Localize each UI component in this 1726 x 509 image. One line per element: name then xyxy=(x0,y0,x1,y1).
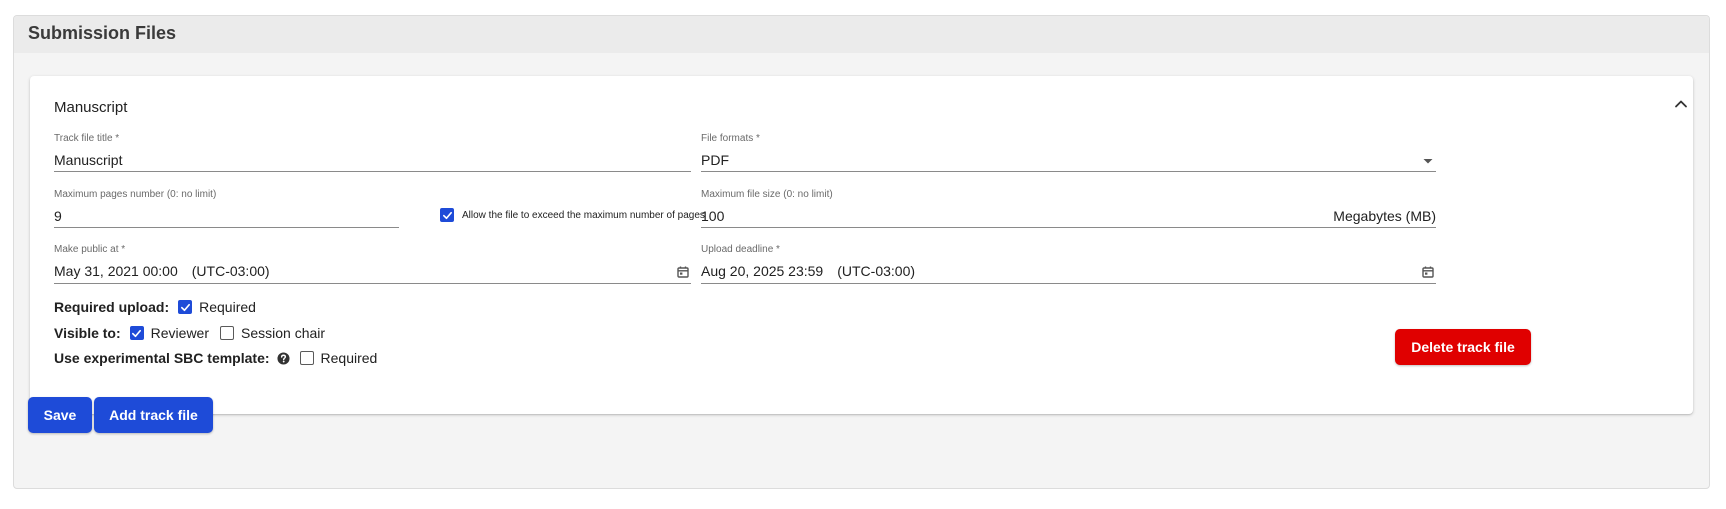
session-chair-label: Session chair xyxy=(241,325,326,341)
reviewer-checkbox[interactable] xyxy=(129,326,144,340)
check-icon xyxy=(132,329,142,337)
make-public-date: May 31, 2021 00:00 xyxy=(54,263,178,279)
visible-to-row: Visible to: Reviewer Session chair xyxy=(54,323,336,343)
required-upload-option-label: Required xyxy=(199,299,256,315)
experimental-template-option[interactable]: Required xyxy=(299,350,378,366)
visible-to-session-chair-option[interactable]: Session chair xyxy=(220,325,325,341)
visible-to-label: Visible to: xyxy=(54,325,121,341)
caret-down-icon[interactable] xyxy=(1421,154,1435,168)
file-size-unit: Megabytes (MB) xyxy=(1333,208,1436,224)
panel-title: Submission Files xyxy=(28,23,177,43)
panel-header: Submission Files xyxy=(14,16,1709,53)
required-upload-option[interactable]: Required xyxy=(178,299,256,315)
file-formats-value[interactable]: PDF xyxy=(701,152,729,168)
required-upload-checkbox[interactable] xyxy=(178,300,193,314)
allow-exceed-option[interactable]: Allow the file to exceed the maximum num… xyxy=(440,208,705,222)
max-file-size-field[interactable]: Maximum file size (0: no limit) 100 Mega… xyxy=(701,189,1436,228)
visible-to-reviewer-option[interactable]: Reviewer xyxy=(129,325,210,341)
make-public-label: Make public at * xyxy=(54,244,126,255)
make-public-value[interactable]: May 31, 2021 00:00 (UTC-03:00) xyxy=(54,263,270,279)
question-circle-icon[interactable] xyxy=(276,351,290,365)
make-public-field[interactable]: Make public at * May 31, 2021 00:00 (UTC-… xyxy=(54,244,691,284)
max-pages-field[interactable]: Maximum pages number (0: no limit) 9 xyxy=(54,189,399,228)
required-upload-row: Required upload: Required xyxy=(54,297,267,317)
max-pages-label: Maximum pages number (0: no limit) xyxy=(54,189,217,200)
save-button[interactable]: Save xyxy=(28,397,92,433)
max-pages-value[interactable]: 9 xyxy=(54,208,62,224)
required-upload-label: Required upload: xyxy=(54,299,170,315)
experimental-template-row: Use experimental SBC template: Required xyxy=(54,348,388,368)
track-file-title-field[interactable]: Track file title * Manuscript xyxy=(54,133,691,172)
upload-deadline-label: Upload deadline * xyxy=(701,244,780,255)
upload-deadline-value[interactable]: Aug 20, 2025 23:59 (UTC-03:00) xyxy=(701,263,915,279)
calendar-icon[interactable] xyxy=(1421,265,1435,279)
collapse-button[interactable] xyxy=(1670,93,1692,115)
calendar-icon[interactable] xyxy=(676,265,690,279)
experimental-template-checkbox[interactable] xyxy=(299,351,314,365)
track-file-title-value[interactable]: Manuscript xyxy=(54,152,122,168)
upload-deadline-field[interactable]: Upload deadline * Aug 20, 2025 23:59 (UTC… xyxy=(701,244,1436,284)
delete-track-file-button[interactable]: Delete track file xyxy=(1395,329,1531,365)
check-icon xyxy=(180,303,190,311)
allow-exceed-checkbox[interactable] xyxy=(440,208,454,222)
session-chair-checkbox[interactable] xyxy=(220,326,235,340)
experimental-template-option-label: Required xyxy=(320,350,378,366)
max-file-size-label: Maximum file size (0: no limit) xyxy=(701,189,833,200)
max-file-size-value[interactable]: 100 xyxy=(701,208,724,224)
chevron-up-icon xyxy=(1675,100,1687,108)
file-formats-select[interactable]: File formats * PDF xyxy=(701,133,1436,172)
add-track-file-button[interactable]: Add track file xyxy=(94,397,213,433)
upload-deadline-timezone: (UTC-03:00) xyxy=(837,263,916,279)
make-public-timezone: (UTC-03:00) xyxy=(191,263,270,279)
file-formats-label: File formats * xyxy=(701,133,760,144)
submission-files-panel: Submission Files Manuscript Track file t… xyxy=(13,15,1710,489)
allow-exceed-label: Allow the file to exceed the maximum num… xyxy=(462,209,705,221)
track-file-title-label: Track file title * xyxy=(54,133,120,144)
upload-deadline-date: Aug 20, 2025 23:59 xyxy=(701,263,824,279)
card-title: Manuscript xyxy=(54,99,128,116)
check-icon xyxy=(442,211,452,219)
reviewer-label: Reviewer xyxy=(150,325,210,341)
experimental-template-label: Use experimental SBC template: xyxy=(54,350,270,366)
